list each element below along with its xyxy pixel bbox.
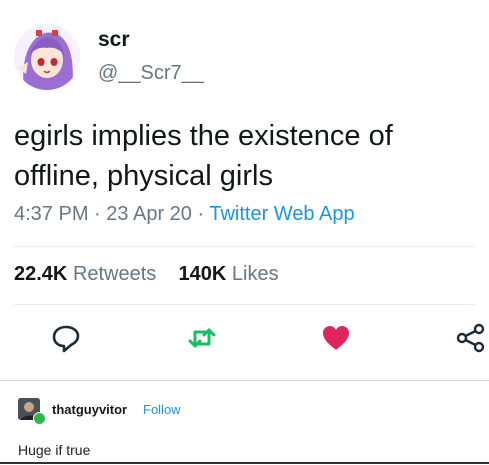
retweets-stat[interactable]: 22.4K Retweets — [14, 263, 156, 285]
share-icon — [456, 323, 485, 353]
user-handle[interactable]: @__Scr7__ — [98, 62, 204, 85]
tweet-date[interactable]: 23 Apr 20 — [106, 203, 192, 225]
reply-text: Huge if true — [18, 442, 91, 458]
follow-button[interactable]: Follow — [143, 402, 181, 417]
retweets-label: Retweets — [72, 263, 157, 285]
retweets-count: 22.4K — [14, 263, 68, 285]
retweet-icon — [188, 328, 216, 348]
tweet-source-link[interactable]: Twitter Web App — [209, 203, 354, 225]
meta-separator: · — [94, 203, 101, 225]
reply-button[interactable] — [50, 322, 82, 354]
divider — [14, 246, 475, 247]
online-badge-icon — [33, 412, 46, 425]
retweet-button[interactable] — [186, 322, 218, 354]
share-button[interactable] — [455, 322, 487, 354]
tweet-time[interactable]: 4:37 PM — [14, 203, 88, 225]
likes-stat[interactable]: 140K Likes — [179, 263, 279, 285]
reply-username[interactable]: thatguyvitor — [52, 402, 127, 417]
reply-icon — [52, 325, 80, 353]
likes-label: Likes — [231, 263, 279, 285]
tweet-meta: 4:37 PM · 23 Apr 20 · Twitter Web App — [14, 203, 355, 226]
post-separator — [0, 380, 489, 381]
heart-icon — [323, 326, 349, 350]
avatar[interactable] — [14, 24, 80, 90]
tweet-card: scr @__Scr7__ egirls implies the existen… — [0, 0, 489, 380]
engagement-stats: 22.4K Retweets 140K Likes — [14, 263, 279, 286]
likes-count: 140K — [178, 263, 227, 285]
anime-avatar-icon — [14, 24, 80, 90]
bottom-rule — [0, 462, 489, 464]
like-button[interactable] — [320, 322, 352, 354]
meta-separator: · — [197, 203, 205, 225]
display-name[interactable]: scr — [98, 28, 130, 52]
divider — [14, 304, 475, 305]
tweet-text: egirls implies the existence of offline,… — [14, 120, 393, 192]
